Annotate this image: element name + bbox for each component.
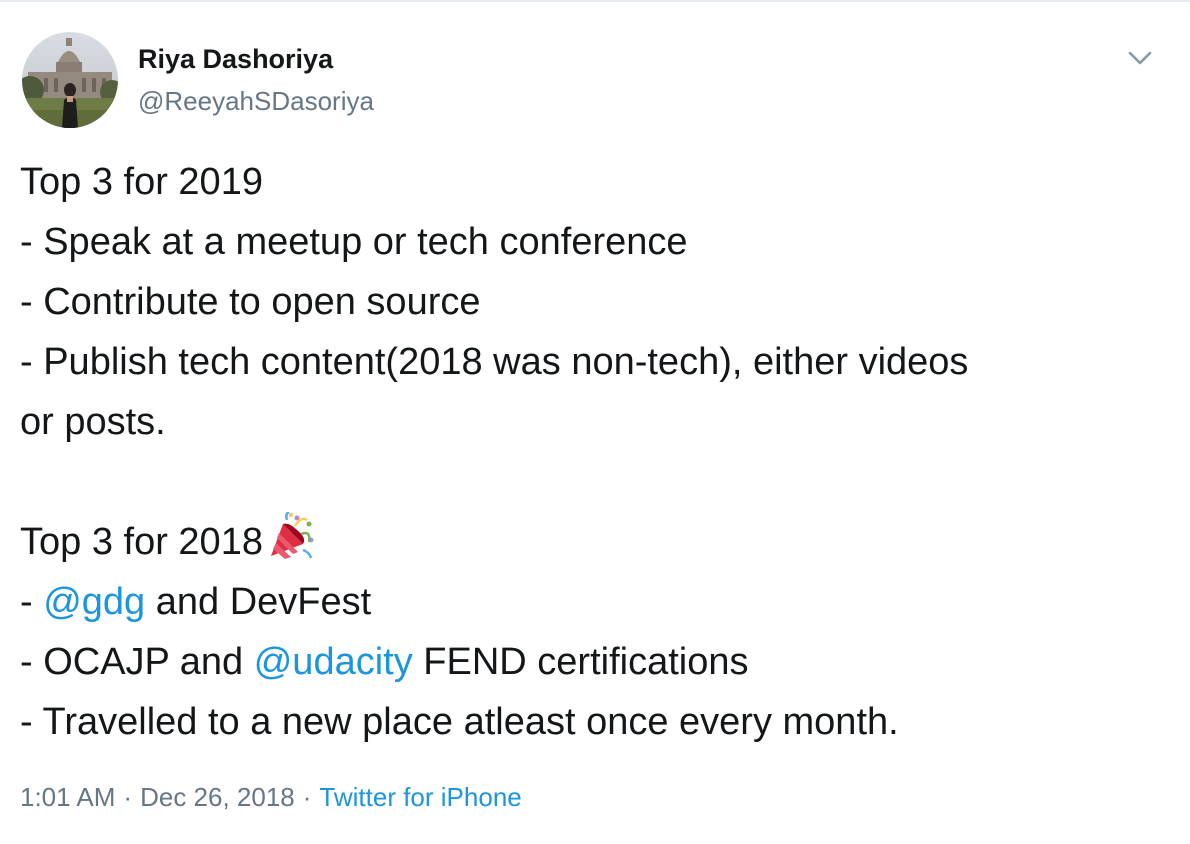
chevron-down-icon [1128,51,1152,65]
tweet-line-text: FEND certifications [412,641,749,683]
tweet-date[interactable]: Dec 26, 2018 [140,782,295,812]
tweet-line-text: - Speak at a meetup or tech conference [20,221,688,263]
tweet-line: - @gdg and DevFest [20,572,1170,632]
mention-udacity-link[interactable]: @udacity [254,641,413,683]
tweet-line-text: - Contribute to open source [20,281,481,323]
tweet-source-link[interactable]: Twitter for iPhone [319,782,521,812]
tweet-menu-button[interactable] [1124,42,1156,74]
mention-gdg-link[interactable]: @gdg [43,581,145,623]
tweet-line: Top 3 for 2018 [20,512,1170,572]
separator-dot: · [123,782,133,812]
tweet-line: - Contribute to open source [20,272,1170,332]
tweet-line-text: - [20,581,44,623]
tweet-line-text: Top 3 for 2019 [20,161,263,203]
tweet-metadata: 1:01 AM · Dec 26, 2018 · Twitter for iPhone [20,782,522,813]
tweet-text: Top 3 for 2019 - Speak at a meetup or te… [20,152,1170,752]
tweet-line-text: or posts. [20,401,166,443]
tweet-line-text: - Publish tech content(2018 was non-tech… [20,341,969,383]
tweet-line: - Speak at a meetup or tech conference [20,212,1170,272]
tweet-time[interactable]: 1:01 AM [20,782,115,812]
tweet-line-text: - OCAJP and [20,641,254,683]
tweet-line-text: - Travelled to a new place atleast once … [20,701,899,743]
tweet-line: or posts. [20,392,1170,452]
tweet-line: - Travelled to a new place atleast once … [20,692,1170,752]
tweet-line-text: and DevFest [145,581,372,623]
user-handle[interactable]: @ReeyahSDasoriya [138,86,374,117]
tweet-line: Top 3 for 2019 [20,152,1170,212]
tweet-line: - OCAJP and @udacity FEND certifications [20,632,1170,692]
user-display-name[interactable]: Riya Dashoriya [138,44,333,75]
party-popper-icon [270,512,314,559]
tweet-line-text: Top 3 for 2018 [20,521,263,563]
tweet-card: Riya Dashoriya @ReeyahSDasoriya Top 3 fo… [0,0,1190,844]
separator-dot: · [302,782,312,812]
tweet-line: - Publish tech content(2018 was non-tech… [20,332,1170,392]
avatar[interactable] [22,32,118,128]
capitol-photo-icon [22,32,118,128]
